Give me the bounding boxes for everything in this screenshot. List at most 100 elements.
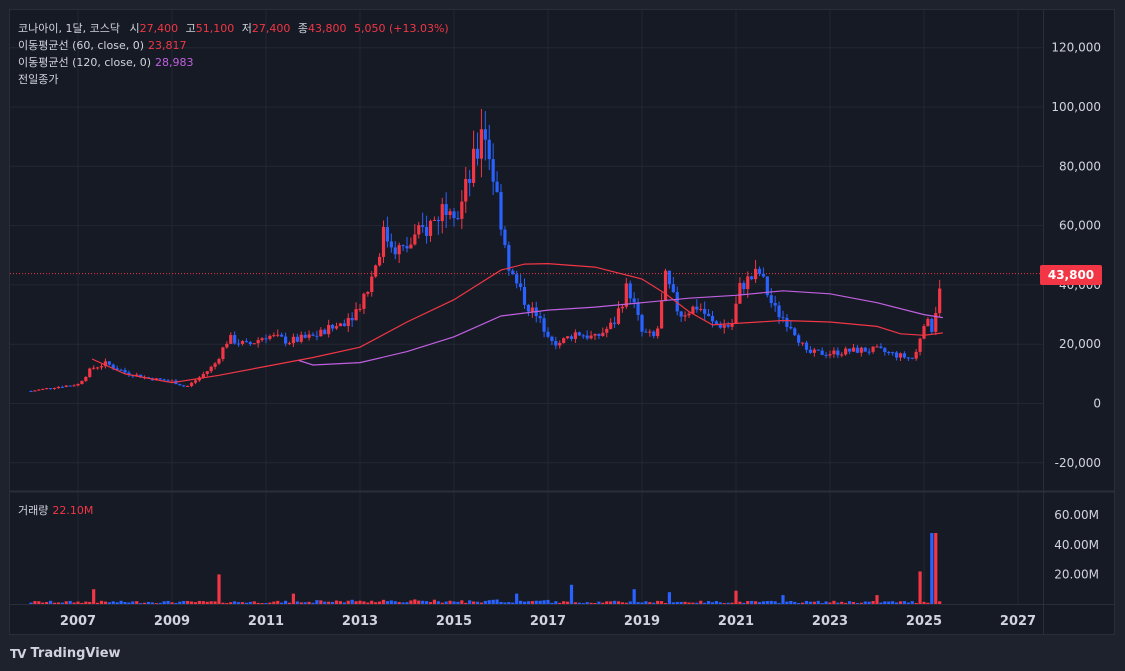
volume-bar xyxy=(460,600,464,604)
volume-bar xyxy=(679,601,683,604)
volume-bar xyxy=(479,602,484,604)
candle-body xyxy=(640,314,644,332)
candle-body xyxy=(644,331,648,333)
volume-bar xyxy=(68,600,72,604)
volume-bar xyxy=(593,602,597,604)
volume-bar xyxy=(162,601,166,604)
candle-body xyxy=(421,225,425,227)
candle-body xyxy=(663,270,668,301)
legend-ma60[interactable]: 이동평균선 (60, close, 0) 23,817 xyxy=(18,37,187,53)
volume-bar xyxy=(354,601,358,604)
x-axis[interactable]: 2007 2009 2011 2013 2015 2017 2019 2021 2023 2025… xyxy=(60,614,1036,629)
y-tick-label: 20,000 xyxy=(1059,337,1101,351)
volume-bar xyxy=(609,601,613,604)
candle-body xyxy=(123,370,127,373)
candle-body xyxy=(879,346,883,349)
volume-bar xyxy=(330,601,335,604)
volume-bar xyxy=(107,602,111,604)
legend-prev-close[interactable]: 전일종가 xyxy=(18,71,58,87)
candle-body xyxy=(432,219,437,221)
candle-body xyxy=(832,350,836,355)
y-tick-label: 120,000 xyxy=(1051,41,1101,55)
volume-bar xyxy=(546,599,550,604)
volume-bar xyxy=(644,601,648,604)
volume-bar xyxy=(268,602,272,604)
volume-bar xyxy=(883,601,887,604)
volume-bar xyxy=(554,601,558,604)
candle-body xyxy=(201,373,205,378)
candle-body xyxy=(479,129,484,159)
volume-bar xyxy=(338,601,343,604)
candle-body xyxy=(483,129,487,140)
candle-body xyxy=(804,342,809,350)
candle-body xyxy=(511,270,515,275)
volume-bar xyxy=(714,601,719,604)
volume-bar xyxy=(413,599,417,604)
legend-ma120[interactable]: 이동평균선 (120, close, 0) 28,983 xyxy=(18,54,194,70)
volume-bar xyxy=(311,602,315,604)
change-value: 5,050 (+13.03%) xyxy=(353,22,449,35)
volume-bar xyxy=(401,602,405,604)
candle-body xyxy=(616,308,621,324)
last-price-badge-text: 43,800 xyxy=(1048,268,1094,282)
volume-bar xyxy=(444,601,448,604)
volume-bar xyxy=(495,599,499,604)
volume-bar xyxy=(730,602,734,604)
volume-bar xyxy=(189,601,194,604)
candle-body xyxy=(471,148,476,183)
candle-body xyxy=(366,291,370,294)
volume-bar xyxy=(781,595,785,604)
candle-body xyxy=(620,306,625,309)
volume-bar xyxy=(428,602,433,604)
candle-body xyxy=(515,274,519,284)
candle-body xyxy=(550,336,554,342)
volume-bar xyxy=(894,602,899,604)
volume-bar xyxy=(139,603,143,604)
candle-body xyxy=(800,342,805,344)
legend-volume[interactable]: 거래량 22.10M xyxy=(18,502,93,518)
volume-bar xyxy=(409,600,413,604)
volume-bar xyxy=(299,602,303,604)
volume-bar xyxy=(452,601,456,604)
candle-body xyxy=(867,351,871,353)
candle-body xyxy=(209,366,213,372)
candle-body xyxy=(119,369,123,371)
candle-body xyxy=(605,328,609,333)
volume-bar xyxy=(193,602,198,604)
volume-bar xyxy=(565,601,570,604)
volume-axis[interactable]: 20.00M 40.00M 60.00M xyxy=(1054,508,1099,581)
y-axis[interactable]: -20,000020,00040,00060,00080,000100,0001… xyxy=(1051,41,1101,470)
volume-bar xyxy=(855,602,860,604)
volume-bar xyxy=(491,599,495,604)
candle-body xyxy=(280,334,284,337)
candle-body xyxy=(256,340,260,344)
volume-bar xyxy=(922,601,926,604)
y-tick-label: 60,000 xyxy=(1059,219,1101,233)
candle-body xyxy=(448,211,452,216)
volume-bar xyxy=(327,601,331,604)
tradingview-brand[interactable]: TV TradingView xyxy=(10,646,121,661)
volume-bar xyxy=(170,602,174,604)
candle-body xyxy=(526,304,531,312)
candle-body xyxy=(679,311,683,317)
candle-body xyxy=(452,211,456,219)
candle-body xyxy=(538,316,542,319)
volume-bar xyxy=(158,602,162,604)
chart-svg[interactable]: -20,000020,00040,00060,00080,000100,0001… xyxy=(0,0,1125,671)
candle-body xyxy=(695,306,699,310)
low-value: 27,400 xyxy=(251,22,291,35)
volume-bar xyxy=(742,602,746,604)
candle-body xyxy=(871,346,875,352)
volume-bar xyxy=(468,600,472,604)
volume-bar xyxy=(37,601,41,604)
y-tick-label: 100,000 xyxy=(1051,100,1101,114)
volume-bar xyxy=(773,601,777,604)
candle-body xyxy=(734,303,738,324)
volume-bar xyxy=(205,601,209,604)
volume-bar xyxy=(29,602,33,604)
volume-bar xyxy=(851,602,856,604)
volume-bar xyxy=(209,601,213,604)
open-label: 시 xyxy=(129,22,140,35)
candle-body xyxy=(205,371,209,374)
volume-bar xyxy=(793,601,797,604)
